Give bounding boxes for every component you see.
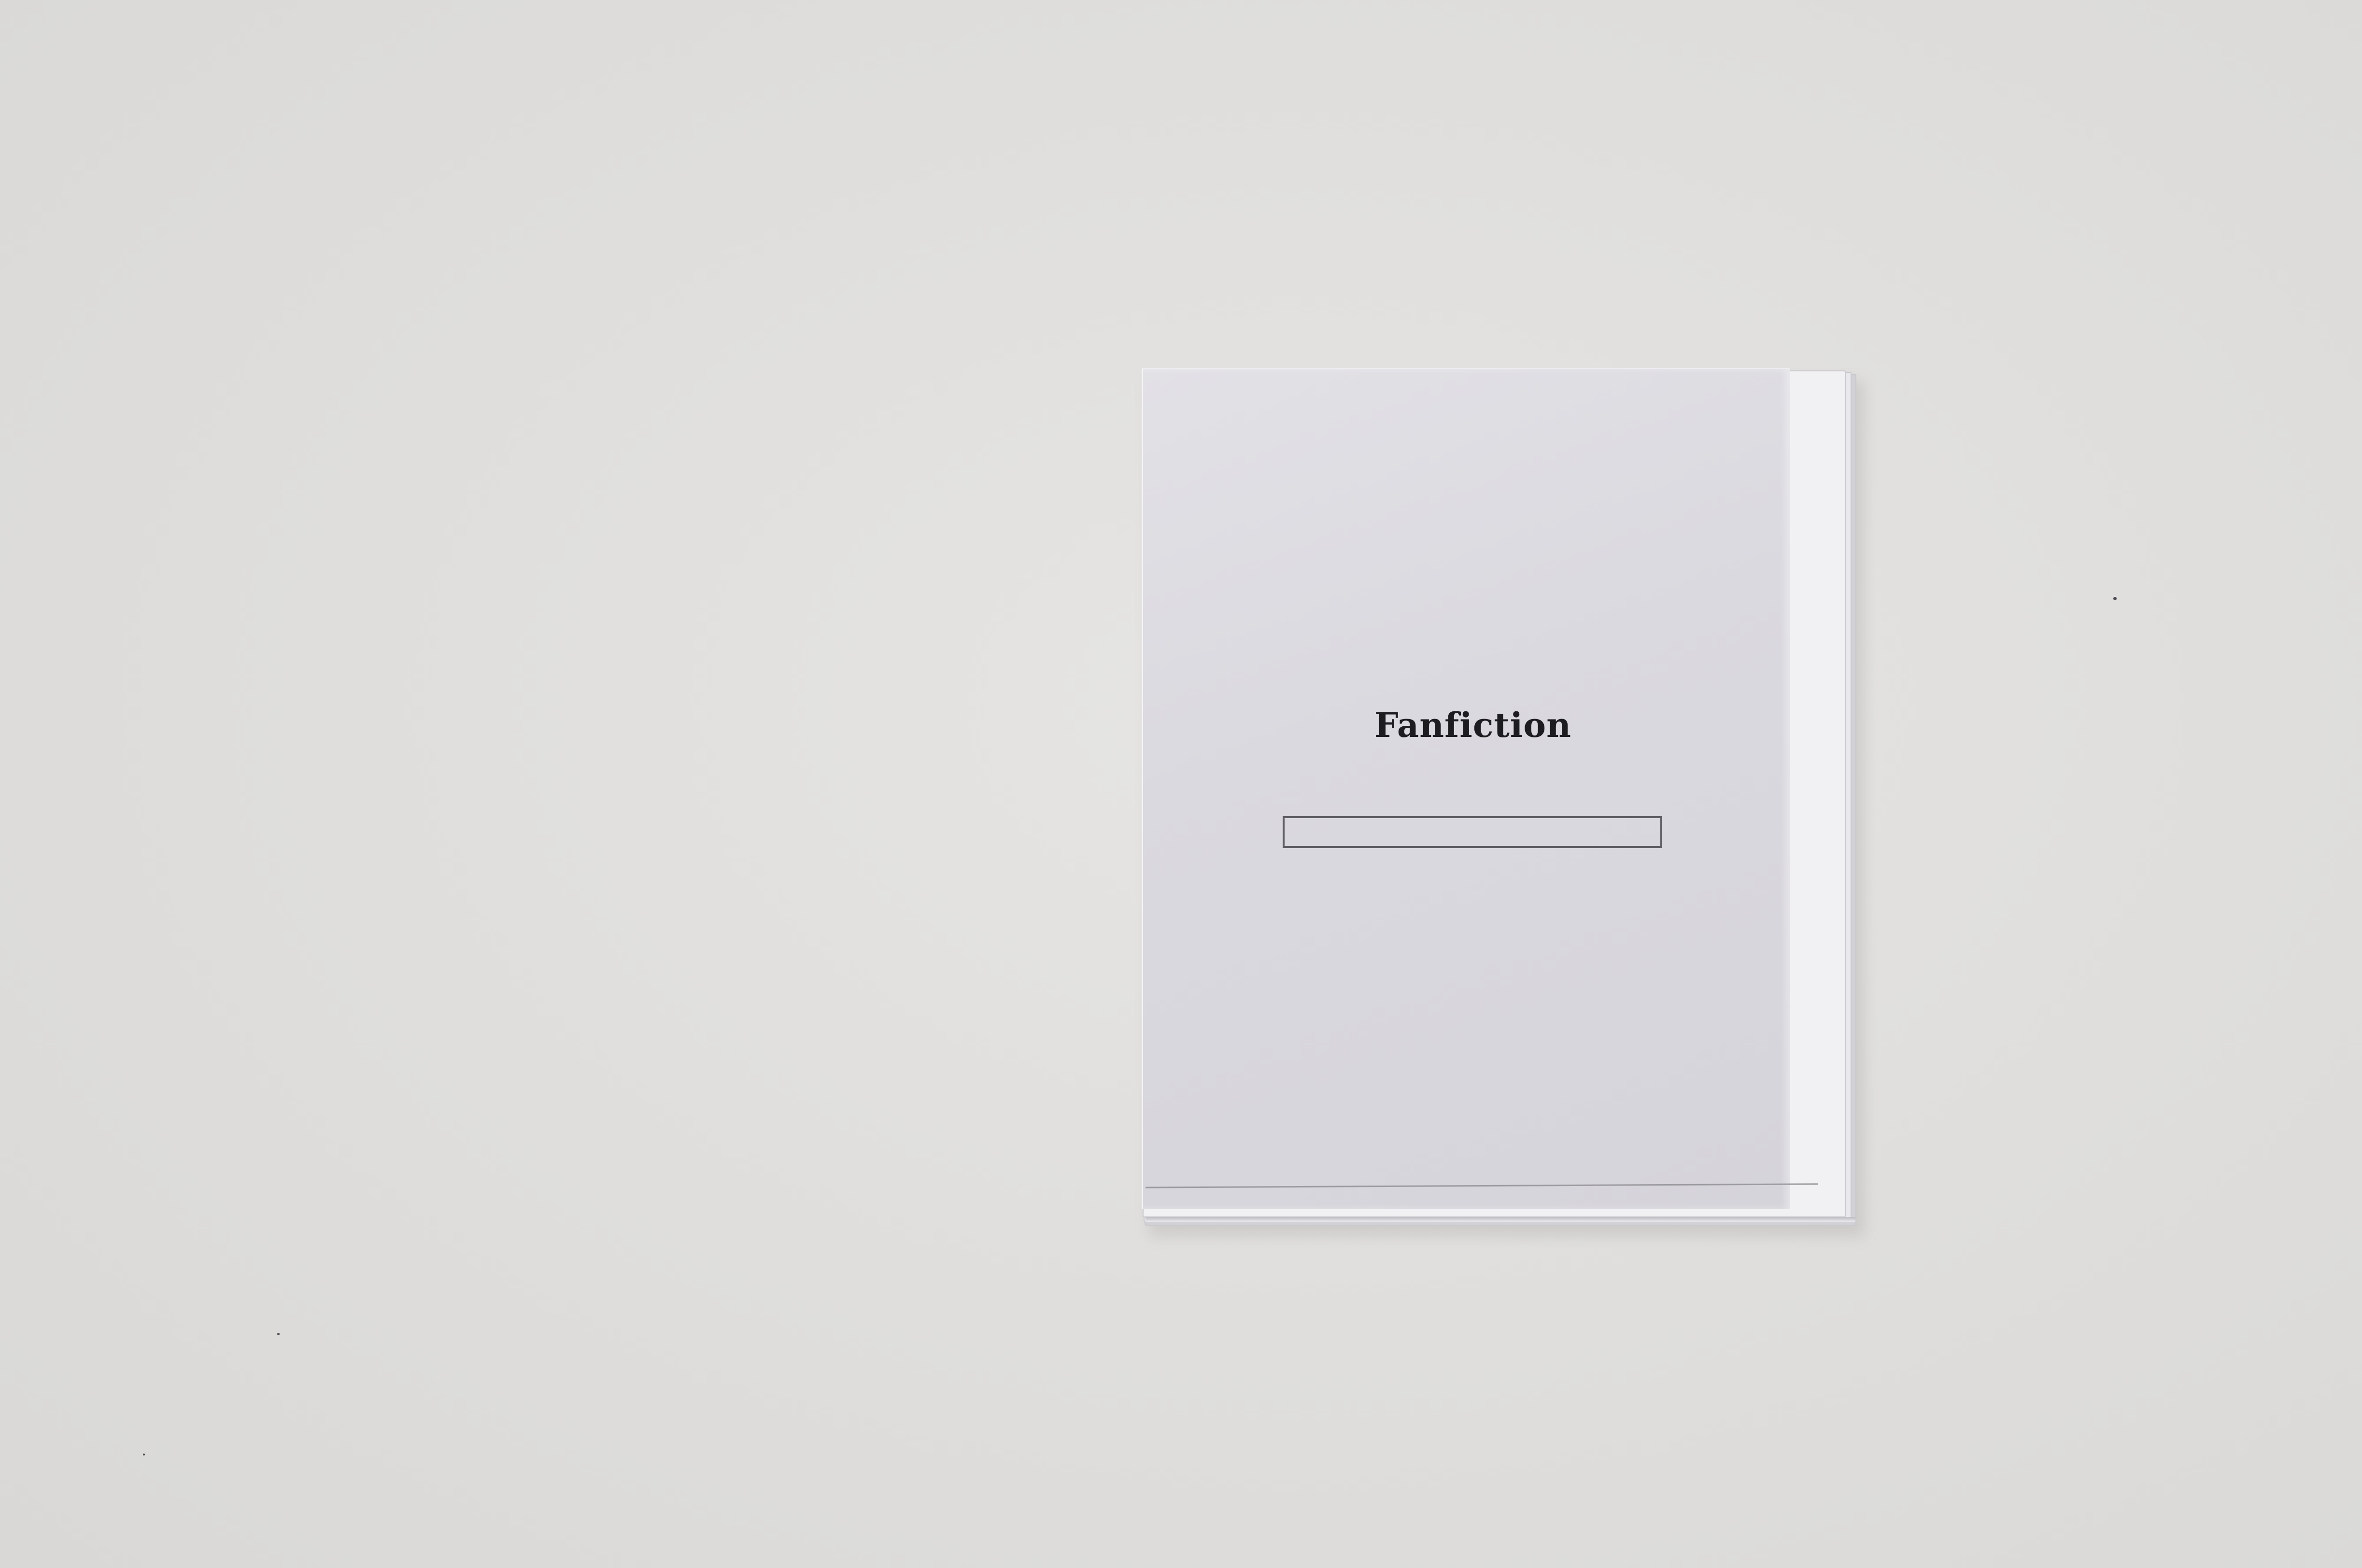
booklet-bottom-edge [1146,1217,1855,1222]
dust-speck [277,1333,280,1335]
empty-name-box [1283,816,1662,848]
booklet-cover [1142,368,1790,1209]
dust-speck [2113,597,2117,600]
dust-speck [143,1454,145,1455]
photo-scene: Fanfiction [0,0,2362,1568]
booklet-title: Fanfiction [1374,705,1571,745]
